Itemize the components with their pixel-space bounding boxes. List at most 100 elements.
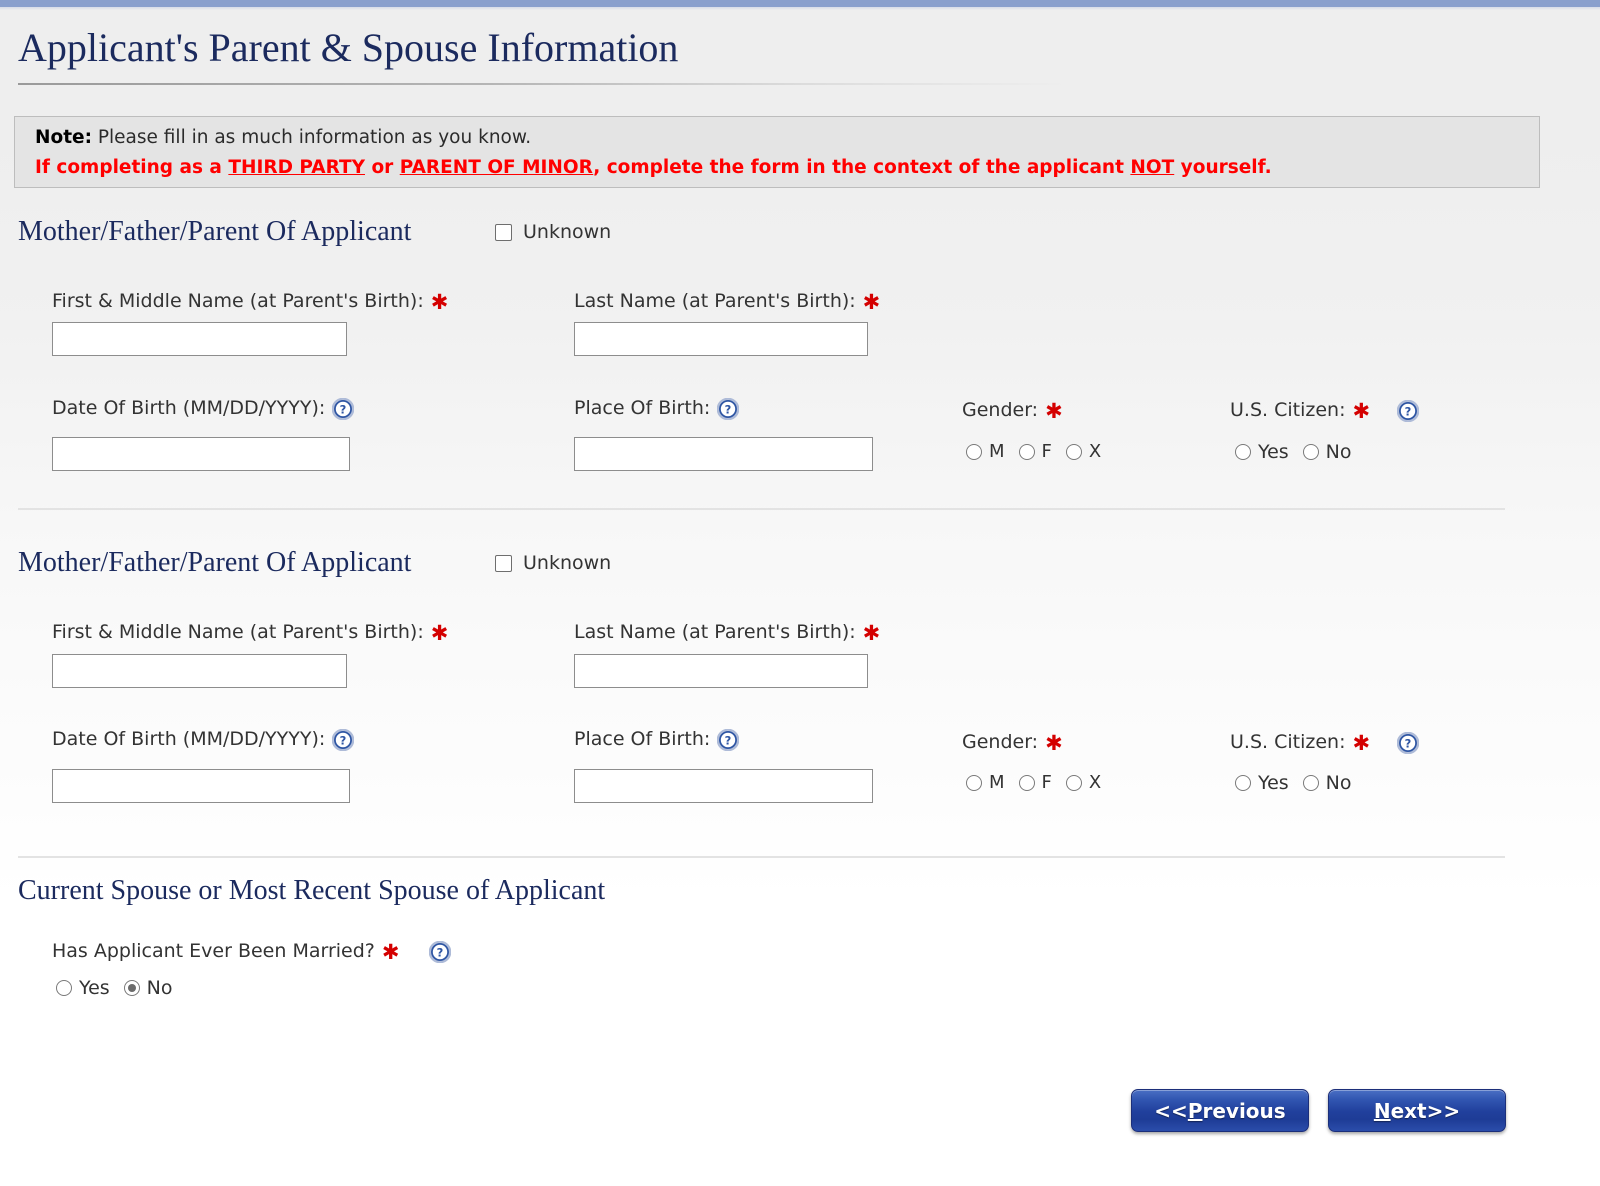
ever-married-label: Has Applicant Ever Been Married? ✱ ? — [52, 940, 451, 963]
parent1-first-middle-name-input[interactable] — [52, 322, 347, 356]
svg-text:?: ? — [1405, 737, 1412, 751]
parent2-citizen-option-yes[interactable]: Yes — [1235, 772, 1289, 794]
note-text: Please fill in as much information as yo… — [91, 127, 532, 148]
parent2-unknown-checkbox[interactable] — [495, 554, 512, 572]
help-icon[interactable]: ? — [1397, 732, 1420, 754]
previous-button-label: revious — [1202, 1098, 1286, 1123]
parent2-citizen-option-no[interactable]: No — [1302, 772, 1352, 794]
parent1-first-middle-name-label-text: First & Middle Name (at Parent's Birth): — [52, 290, 424, 312]
parent1-heading: Mother/Father/Parent Of Applicant — [18, 216, 412, 247]
required-asterisk-icon: ✱ — [862, 289, 881, 314]
radio-indicator[interactable] — [966, 443, 982, 460]
parent2-citizen-radio-group[interactable]: Yes No — [1235, 772, 1352, 794]
radio-label: Yes — [1258, 772, 1289, 794]
parent1-citizen-option-yes[interactable]: Yes — [1235, 441, 1289, 463]
parent1-pob-label: Place Of Birth: ? — [574, 397, 740, 420]
required-asterisk-icon: ✱ — [430, 289, 449, 314]
parent1-first-middle-name-label: First & Middle Name (at Parent's Birth):… — [52, 290, 448, 312]
radio-label: X — [1088, 772, 1102, 793]
svg-text:?: ? — [436, 946, 443, 960]
parent2-gender-radio-group[interactable]: M F X — [966, 772, 1101, 793]
note-line2-post: , complete the form in the context of th… — [593, 157, 1131, 178]
parent1-unknown-group[interactable]: Unknown — [495, 221, 611, 243]
note-label: Note: — [35, 127, 92, 148]
radio-label: No — [146, 977, 173, 999]
ever-married-option-yes[interactable]: Yes — [56, 977, 110, 999]
parent2-first-middle-name-label: First & Middle Name (at Parent's Birth):… — [52, 621, 448, 643]
svg-text:?: ? — [1405, 405, 1412, 419]
svg-text:?: ? — [725, 734, 732, 748]
radio-indicator[interactable] — [1018, 443, 1035, 460]
help-icon[interactable]: ? — [332, 398, 355, 420]
radio-indicator[interactable] — [1065, 443, 1082, 460]
radio-indicator[interactable] — [966, 774, 982, 791]
parent1-dob-input[interactable] — [52, 437, 350, 471]
ever-married-radio-group[interactable]: Yes No — [56, 977, 173, 999]
top-accent-shadow — [0, 7, 1600, 10]
parent1-gender-option-f[interactable]: F — [1018, 441, 1052, 462]
required-asterisk-icon: ✱ — [862, 620, 881, 645]
parent2-unknown-group[interactable]: Unknown — [495, 552, 611, 574]
section-divider-2 — [18, 856, 1505, 858]
help-icon[interactable]: ? — [717, 398, 740, 420]
parent2-gender-label-text: Gender: — [962, 731, 1039, 753]
third-party-link[interactable]: THIRD PARTY — [228, 157, 365, 178]
parent2-last-name-label: Last Name (at Parent's Birth): ✱ — [574, 621, 880, 643]
parent2-unknown-label: Unknown — [523, 552, 612, 574]
help-icon[interactable]: ? — [332, 729, 355, 751]
parent1-citizen-radio-group[interactable]: Yes No — [1235, 441, 1352, 463]
parent1-unknown-checkbox[interactable] — [495, 223, 512, 241]
radio-indicator[interactable] — [1018, 774, 1035, 791]
radio-label: No — [1325, 441, 1352, 463]
parent1-last-name-input[interactable] — [574, 322, 868, 356]
radio-indicator[interactable] — [56, 980, 72, 996]
radio-indicator[interactable] — [1235, 775, 1251, 791]
parent1-last-name-label: Last Name (at Parent's Birth): ✱ — [574, 290, 880, 312]
parent1-last-name-label-text: Last Name (at Parent's Birth): — [574, 290, 856, 312]
next-button[interactable]: Next >> — [1328, 1089, 1506, 1132]
parent2-first-middle-name-label-text: First & Middle Name (at Parent's Birth): — [52, 621, 424, 643]
radio-label: F — [1041, 441, 1052, 462]
radio-indicator[interactable] — [1302, 775, 1319, 791]
radio-indicator[interactable] — [1302, 444, 1319, 460]
parent2-gender-option-f[interactable]: F — [1018, 772, 1052, 793]
previous-button-accel: P — [1187, 1098, 1203, 1123]
parent2-first-middle-name-input[interactable] — [52, 654, 347, 688]
radio-indicator-selected[interactable] — [123, 980, 140, 996]
parent2-gender-option-m[interactable]: M — [966, 772, 1005, 793]
radio-label: M — [989, 772, 1005, 793]
radio-indicator[interactable] — [1065, 774, 1082, 791]
radio-label: X — [1088, 441, 1102, 462]
parent1-dob-label: Date Of Birth (MM/DD/YYYY): ? — [52, 397, 355, 420]
note-line2-prefix: If completing as a — [35, 157, 229, 178]
parent2-pob-input[interactable] — [574, 769, 873, 803]
parent1-pob-label-text: Place Of Birth: — [574, 397, 711, 419]
parent1-pob-input[interactable] — [574, 437, 873, 471]
required-asterisk-icon: ✱ — [1352, 730, 1371, 755]
parent1-citizen-label: U.S. Citizen: ✱ ? — [1230, 399, 1420, 422]
parent-of-minor-link[interactable]: PARENT OF MINOR — [400, 157, 594, 178]
ever-married-label-text: Has Applicant Ever Been Married? — [52, 940, 375, 962]
parent1-unknown-label: Unknown — [523, 221, 612, 243]
parent2-last-name-input[interactable] — [574, 654, 868, 688]
parent2-pob-label: Place Of Birth: ? — [574, 728, 740, 751]
top-accent-bar — [0, 0, 1600, 7]
parent1-gender-radio-group[interactable]: M F X — [966, 441, 1101, 462]
note-line-2: If completing as a THIRD PARTY or PARENT… — [35, 157, 1272, 178]
parent1-citizen-option-no[interactable]: No — [1302, 441, 1352, 463]
help-icon[interactable]: ? — [1397, 400, 1420, 422]
parent2-gender-option-x[interactable]: X — [1065, 772, 1102, 793]
ever-married-option-no[interactable]: No — [123, 977, 173, 999]
parent2-dob-input[interactable] — [52, 769, 350, 803]
svg-text:?: ? — [340, 403, 347, 417]
next-button-suffix: >> — [1426, 1098, 1461, 1123]
radio-indicator[interactable] — [1235, 444, 1251, 460]
parent2-dob-label: Date Of Birth (MM/DD/YYYY): ? — [52, 728, 355, 751]
parent2-heading: Mother/Father/Parent Of Applicant — [18, 547, 412, 578]
previous-button[interactable]: << Previous — [1131, 1089, 1309, 1132]
parent1-gender-option-m[interactable]: M — [966, 441, 1005, 462]
parent1-gender-option-x[interactable]: X — [1065, 441, 1102, 462]
help-icon[interactable]: ? — [428, 941, 451, 963]
parent2-citizen-label-text: U.S. Citizen: — [1230, 731, 1346, 753]
help-icon[interactable]: ? — [717, 729, 740, 751]
